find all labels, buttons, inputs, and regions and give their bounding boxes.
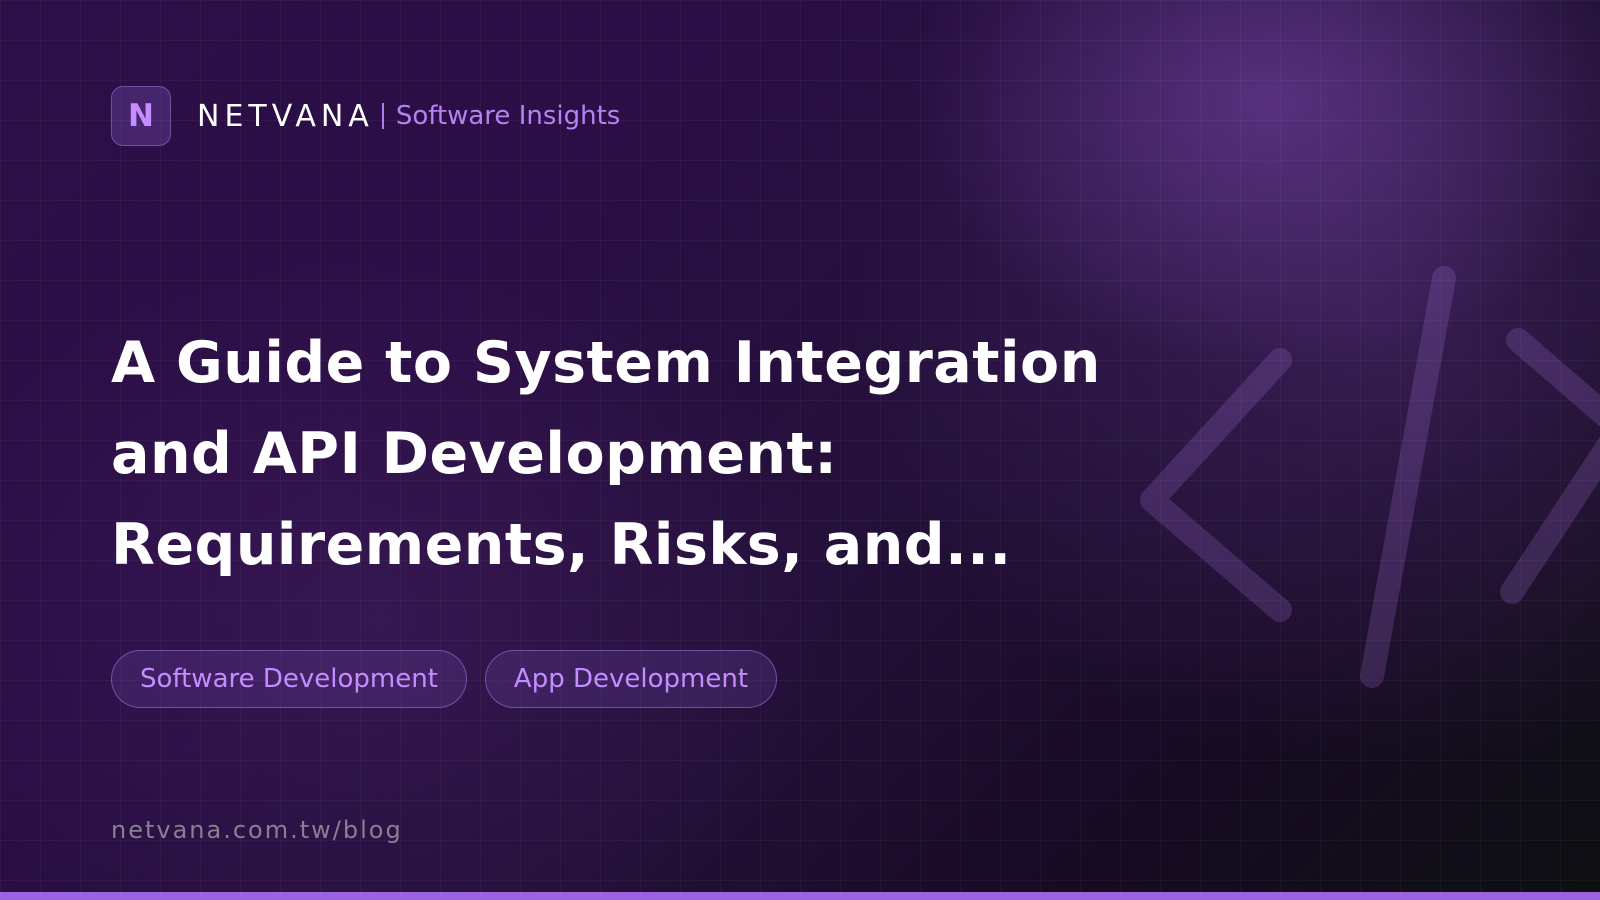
left-angle-bracket [1140,348,1292,622]
right-angle-bracket [1500,328,1600,604]
forward-slash [1360,266,1456,688]
brand-divider [381,103,384,129]
category-tags: Software Development App Development [111,650,778,708]
article-title-line-1: A Guide to System Integration [111,330,1101,396]
tag-app-development[interactable]: App Development [484,650,778,708]
brand-name: NETVANA [197,98,374,134]
article-title-line-3: Requirements, Risks, and... [111,512,1012,578]
article-title: A Guide to System Integration and API De… [111,318,1111,591]
article-title-line-2: and API Development: [111,421,838,487]
blog-cover-card: N NETVANA Software Insights A Guide to S… [0,0,1600,900]
brand-header: N NETVANA Software Insights [111,85,620,147]
logo-icon: N [111,86,171,146]
code-brackets-icon [1140,266,1600,688]
bottom-accent-bar [0,892,1600,900]
brand-tagline: Software Insights [395,101,621,131]
tag-software-development[interactable]: Software Development [111,650,467,708]
blog-url: netvana.com.tw/blog [111,816,403,844]
